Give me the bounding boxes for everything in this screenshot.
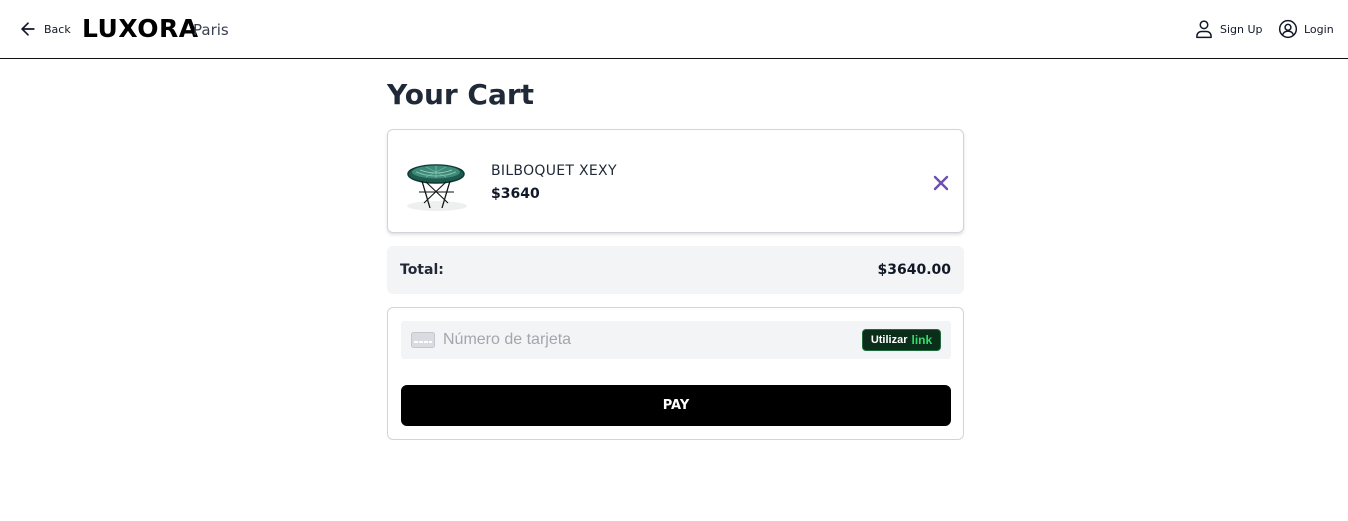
item-name: BILBOQUET XEXY xyxy=(491,163,617,179)
total-summary: Total: $3640.00 xyxy=(387,246,964,294)
sign-up-label: Sign Up xyxy=(1220,22,1263,36)
link-logo: link xyxy=(911,333,933,347)
page-title: Your Cart xyxy=(387,78,535,111)
top-header: Back LUXORA Paris Sign Up Login xyxy=(0,0,1348,59)
card-number-input[interactable] xyxy=(443,321,843,359)
pay-button[interactable]: PAY xyxy=(401,385,951,426)
city-label: Paris xyxy=(193,21,229,39)
payment-form: Utilizar link PAY xyxy=(387,307,964,440)
total-label: Total: xyxy=(400,262,444,278)
cart-item: BILBOQUET XEXY $3640 xyxy=(387,129,964,233)
card-number-field[interactable]: Utilizar link xyxy=(401,321,951,359)
arrow-left-icon xyxy=(21,22,35,36)
item-price: $3640 xyxy=(491,186,540,202)
login-button[interactable]: Login xyxy=(1278,18,1334,40)
total-value: $3640.00 xyxy=(877,262,951,278)
link-prefix: Utilizar xyxy=(870,334,908,346)
credit-card-icon xyxy=(411,332,435,348)
user-circle-icon xyxy=(1278,19,1298,39)
back-button[interactable]: Back xyxy=(18,18,71,40)
product-image[interactable] xyxy=(402,148,472,218)
brand-logo[interactable]: LUXORA xyxy=(82,14,199,43)
user-icon xyxy=(1196,20,1212,39)
sign-up-button[interactable]: Sign Up xyxy=(1194,18,1263,40)
use-link-button[interactable]: Utilizar link xyxy=(862,329,941,351)
login-label: Login xyxy=(1304,22,1334,36)
back-label: Back xyxy=(44,22,71,36)
close-icon[interactable] xyxy=(932,174,950,192)
